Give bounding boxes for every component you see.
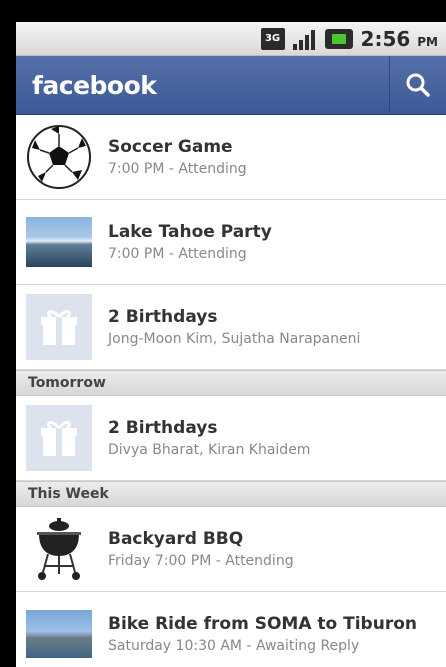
events-list: Soccer Game 7:00 PM - Attending Lake Tah… [16, 115, 446, 667]
search-icon [406, 73, 430, 97]
bay-photo [26, 610, 92, 658]
event-title: Bike Ride from SOMA to Tiburon [108, 614, 417, 634]
3g-icon: 3G [260, 27, 285, 50]
phone-screen: 3G 2:56 PM facebook Soccer Game 7:00 PM … [16, 22, 446, 667]
event-title: 2 Birthdays [108, 307, 218, 327]
event-subtitle: Divya Bharat, Kiran Khaidem [108, 442, 311, 458]
event-row-birthdays-tomorrow[interactable]: 2 Birthdays Divya Bharat, Kiran Khaidem [16, 396, 446, 481]
app-bar: facebook [16, 56, 446, 115]
device-frame: 3G 2:56 PM facebook Soccer Game 7:00 PM … [0, 0, 446, 667]
event-row-lake-tahoe-party[interactable]: Lake Tahoe Party 7:00 PM - Attending [16, 200, 446, 285]
section-header-this-week: This Week [16, 481, 446, 507]
event-title: Lake Tahoe Party [108, 222, 272, 242]
event-subtitle: Saturday 10:30 AM - Awaiting Reply [108, 638, 360, 654]
event-title: Backyard BBQ [108, 529, 244, 549]
event-row-birthdays-today[interactable]: 2 Birthdays Jong-Moon Kim, Sujatha Narap… [16, 285, 446, 370]
gift-icon [26, 405, 92, 471]
signal-icon [292, 28, 317, 50]
facebook-logo: facebook [32, 70, 157, 100]
section-header-tomorrow: Tomorrow [16, 370, 446, 396]
gift-icon [26, 294, 92, 360]
event-row-soccer-game[interactable]: Soccer Game 7:00 PM - Attending [16, 115, 446, 200]
event-subtitle: Friday 7:00 PM - Attending [108, 553, 294, 569]
lake-photo [26, 217, 92, 267]
event-row-bike-ride[interactable]: Bike Ride from SOMA to Tiburon Saturday … [16, 592, 446, 667]
battery-icon [324, 28, 353, 49]
soccer-ball-icon [26, 124, 92, 190]
status-bar: 3G 2:56 PM [16, 22, 446, 56]
event-subtitle: 7:00 PM - Attending [108, 161, 247, 177]
event-subtitle: Jong-Moon Kim, Sujatha Narapaneni [108, 331, 361, 347]
event-subtitle: 7:00 PM - Attending [108, 246, 247, 262]
grill-icon [26, 516, 92, 582]
event-row-backyard-bbq[interactable]: Backyard BBQ Friday 7:00 PM - Attending [16, 507, 446, 592]
event-title: Soccer Game [108, 137, 233, 157]
event-title: 2 Birthdays [108, 418, 218, 438]
clock: 2:56 PM [360, 26, 438, 51]
search-button[interactable] [389, 56, 446, 114]
